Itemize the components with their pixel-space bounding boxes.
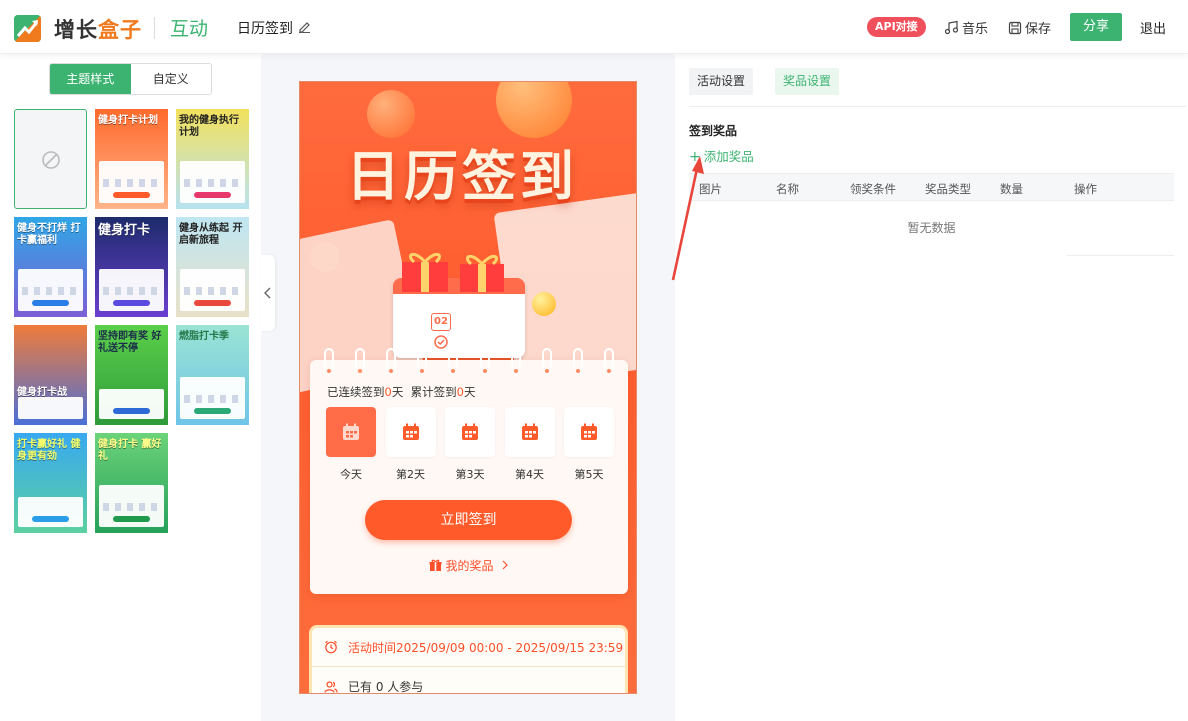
no-theme-icon — [42, 151, 60, 169]
share-button[interactable]: 分享 — [1070, 13, 1122, 41]
theme-thumb[interactable]: 坚持即有奖 好礼送不停 — [95, 325, 168, 425]
chevron-right-icon — [502, 560, 509, 570]
prize-table: 图片 名称 领奖条件 奖品类型 数量 操作 暂无数据 — [689, 173, 1174, 256]
day-item[interactable]: 今天 — [326, 407, 376, 482]
theme-thumb[interactable]: 我的健身执行计划 — [176, 109, 249, 209]
save-button[interactable]: 保存 — [1008, 18, 1051, 37]
activity-title: 日历签到 — [237, 21, 293, 37]
calendar-icon — [521, 423, 538, 440]
alarm-clock-icon — [325, 640, 337, 654]
my-prize-link[interactable]: 我的奖品 — [310, 557, 628, 574]
theme-thumb[interactable]: 燃脂打卡季 — [176, 325, 249, 425]
theme-thumb[interactable]: 健身不打烊 打卡赢福利 — [14, 217, 87, 317]
theme-thumb[interactable]: 健身打卡计划 — [95, 109, 168, 209]
music-icon — [944, 20, 959, 35]
theme-thumb[interactable]: 健身从练起 开启新旅程 — [176, 217, 249, 317]
day-list: 今天 第2天 第3天 第4天 第5天 — [326, 407, 614, 482]
brand-name: 增长盒子 — [54, 18, 142, 42]
column-header: 名称 — [776, 182, 799, 196]
tab-activity-settings[interactable]: 活动设置 — [689, 68, 754, 95]
calendar-icon — [581, 423, 597, 440]
edit-icon[interactable] — [298, 20, 311, 33]
tab-prize-settings[interactable]: 奖品设置 — [775, 68, 840, 95]
annotation-arrow — [671, 156, 704, 281]
day-item[interactable]: 第3天 — [445, 407, 495, 482]
streak-text: 已连续签到0天 累计签到0天 — [327, 385, 476, 399]
header-divider — [154, 17, 155, 39]
day-item[interactable]: 第4天 — [504, 407, 555, 482]
calendar-icon — [462, 423, 478, 440]
section-title: 签到奖品 — [689, 124, 738, 138]
theme-panel: 主题样式 自定义 健身打卡计划 我的健身执行计划 健身不打烊 打卡赢福利 健身打… — [0, 54, 261, 721]
theme-thumb[interactable]: 健身打卡战 — [14, 325, 87, 425]
activity-info-card: 活动时间2025/09/09 00:00 - 2025/09/15 23:59 … — [309, 625, 628, 694]
column-header: 领奖条件 — [850, 182, 896, 196]
empty-state: 暂无数据 — [907, 221, 956, 235]
theme-tabs: 主题样式 自定义 — [49, 63, 212, 95]
column-header: 奖品类型 — [925, 182, 971, 196]
tab-custom[interactable]: 自定义 — [131, 64, 212, 94]
settings-panel: 活动设置 奖品设置 签到奖品 + 添加奖品 图片 名称 领奖条件 奖品类型 数量 … — [675, 54, 1188, 721]
logo-icon — [14, 15, 41, 42]
check-circle-icon — [434, 335, 448, 349]
participant-count: 已有 0 人参与 — [348, 680, 424, 694]
tab-theme-style[interactable]: 主题样式 — [50, 64, 131, 94]
theme-thumb[interactable]: 健身打卡 — [95, 217, 168, 317]
module-name: 互动 — [170, 18, 209, 40]
api-badge[interactable]: API对接 — [867, 17, 926, 37]
logout-button[interactable]: 退出 — [1140, 18, 1166, 37]
gift-icon — [429, 559, 442, 571]
activity-time: 活动时间2025/09/09 00:00 - 2025/09/15 23:59 — [348, 640, 624, 655]
phone-preview: 日历签到 02 已连续签到0天 累计签到0天 今天 第2天 第3天 第4天 第5… — [299, 81, 637, 694]
chevron-left-icon — [264, 287, 271, 299]
day-item[interactable]: 第5天 — [564, 407, 614, 482]
hero-title: 日历签到 — [346, 145, 578, 208]
day-item[interactable]: 第2天 — [385, 407, 436, 482]
calendar-icon — [402, 423, 419, 440]
theme-thumb[interactable]: 打卡赢好礼 健身更有劲 — [14, 433, 87, 533]
gift-box-illustration — [402, 253, 504, 292]
table-header: 图片 名称 领奖条件 奖品类型 数量 操作 — [689, 173, 1174, 201]
calendar-date: 02 — [431, 313, 451, 331]
collapse-panel-button[interactable] — [261, 255, 275, 331]
top-header: 增长盒子 互动 日历签到 API对接 音乐 保存 分享 退出 — [0, 0, 1188, 54]
theme-thumb-none[interactable] — [14, 109, 87, 209]
music-button[interactable]: 音乐 — [944, 18, 988, 37]
save-icon — [1008, 21, 1022, 34]
sign-in-button[interactable]: 立即签到 — [365, 500, 572, 540]
column-header: 数量 — [1000, 182, 1023, 196]
column-header: 操作 — [1074, 182, 1097, 196]
signin-card: 已连续签到0天 累计签到0天 今天 第2天 第3天 第4天 第5天 立即签到 我… — [310, 348, 628, 594]
calendar-icon — [343, 423, 359, 440]
theme-thumb[interactable]: 健身打卡 赢好礼 — [95, 433, 168, 533]
users-icon — [324, 680, 338, 693]
